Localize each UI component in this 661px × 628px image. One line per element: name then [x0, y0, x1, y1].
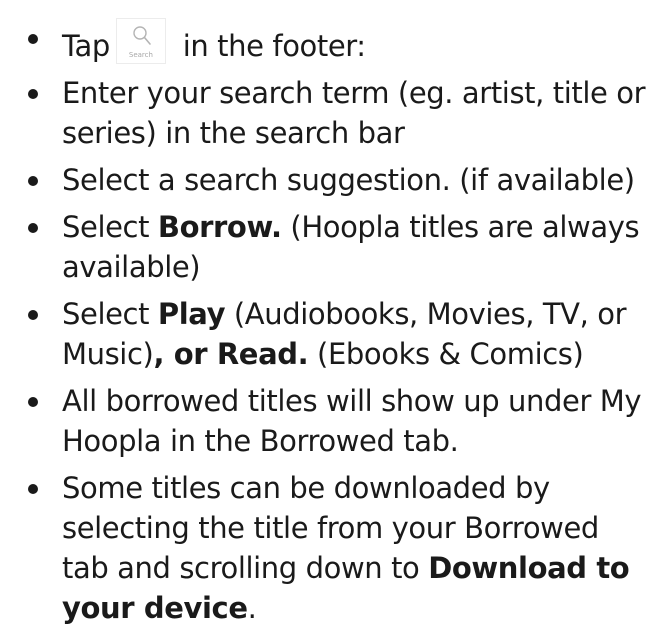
read-label: Read. [216, 337, 309, 371]
borrow-label: Borrow. [157, 210, 282, 244]
search-icon-label: Search [128, 51, 153, 59]
step-borrow: Select Borrow. (Hoopla titles are always… [0, 207, 661, 287]
step-text: in the footer: [173, 29, 366, 63]
step-select-suggestion: Select a search suggestion. (if availabl… [0, 160, 661, 200]
step-tap-search: Tap Search in the footer: [0, 18, 661, 66]
step-text: Enter your search term (eg. artist, titl… [62, 76, 646, 150]
play-label: Play [157, 297, 226, 331]
magnifier-icon [133, 26, 151, 45]
step-text: . [247, 591, 257, 625]
step-text: Select [62, 297, 158, 331]
search-footer-icon: Search [115, 18, 166, 64]
step-text: Select a search suggestion. (if availabl… [62, 163, 635, 197]
step-play-read: Select Play (Audiobooks, Movies, TV, or … [0, 294, 661, 374]
instruction-list: Tap Search in the footer: Enter your sear… [0, 0, 661, 628]
step-text: (Ebooks & Comics) [308, 337, 584, 371]
step-download: Some titles can be downloaded by selecti… [0, 468, 661, 628]
step-text: Tap [62, 29, 110, 63]
or-separator: , or [153, 337, 217, 371]
step-text: Select [62, 210, 158, 244]
step-borrowed-tab: All borrowed titles will show up under M… [0, 381, 661, 461]
step-text: All borrowed titles will show up under M… [62, 384, 642, 458]
step-enter-term: Enter your search term (eg. artist, titl… [0, 73, 661, 153]
